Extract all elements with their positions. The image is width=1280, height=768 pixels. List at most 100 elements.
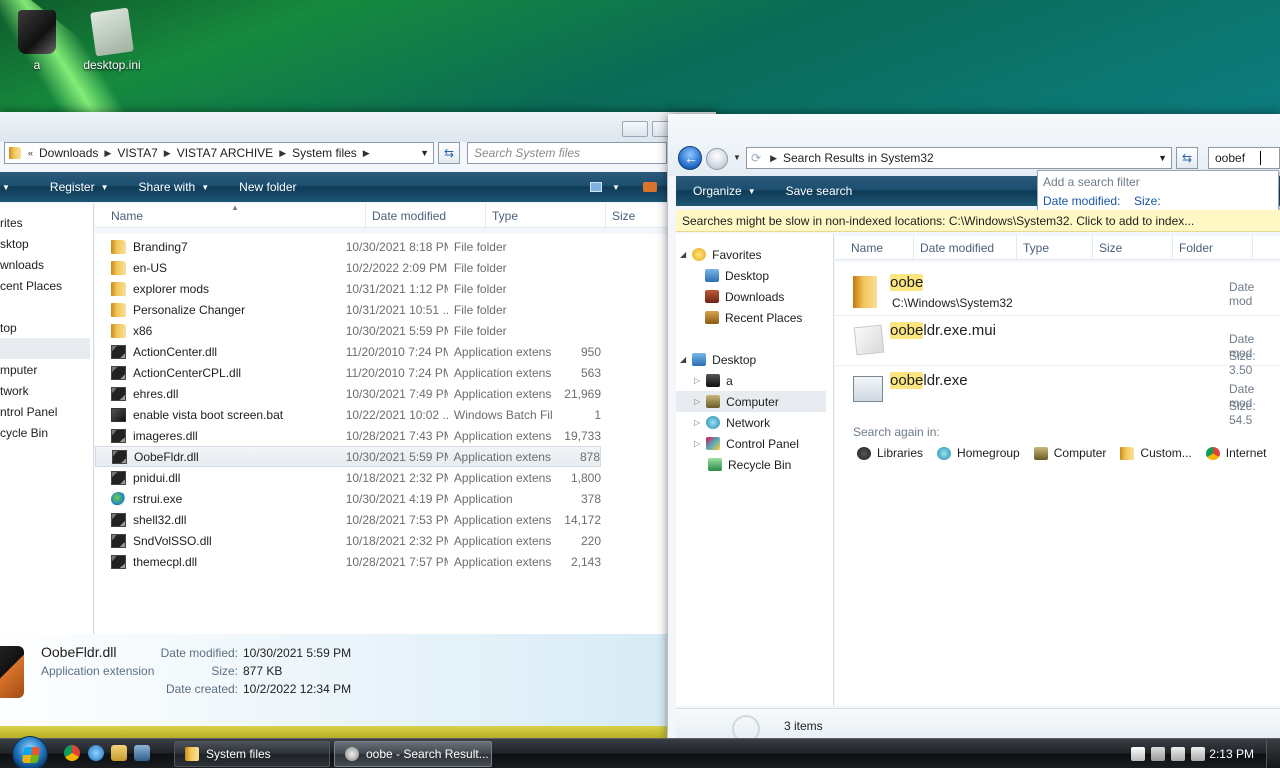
column-size[interactable]: Size <box>606 204 667 228</box>
recent-pages-dropdown-icon[interactable]: ▼ <box>733 153 741 162</box>
explorer-folder-icon[interactable] <box>111 745 127 761</box>
file-row[interactable]: x86 10/30/2021 5:59 PM File folder <box>95 320 601 341</box>
file-row[interactable]: explorer mods 10/31/2021 1:12 PM File fold… <box>95 278 601 299</box>
desktop-icon-a[interactable]: a <box>2 10 72 72</box>
column-date-modified[interactable]: Date modified <box>366 203 486 228</box>
file-row[interactable]: enable vista boot screen.bat 10/22/2021 1… <box>95 404 601 425</box>
column-name[interactable]: Name ▲ <box>95 203 366 228</box>
nav-item-recent-places[interactable]: cent Places <box>0 275 93 296</box>
action-center-icon[interactable] <box>1151 747 1165 761</box>
chrome-icon[interactable] <box>64 745 80 761</box>
search-again-custom[interactable]: Custom... <box>1120 446 1192 460</box>
taskbar-button-search-results[interactable]: oobe - Search Result... <box>334 741 492 767</box>
breadcrumb-arrow-icon[interactable]: ▶ <box>770 153 777 164</box>
column-folder[interactable]: Folder <box>1173 235 1253 260</box>
save-search-button[interactable]: Save search <box>786 184 853 198</box>
share-with-button[interactable]: Share with ▼ <box>139 180 210 194</box>
organize-button[interactable]: Organize ▼ <box>693 184 756 198</box>
search-result-item[interactable]: oobeldr.exe.mui Date mod Size: 3.50 <box>835 318 1280 377</box>
show-desktop-button[interactable] <box>1266 739 1280 768</box>
file-row[interactable]: OobeFldr.dll 10/30/2021 5:59 PM Applicatio… <box>95 446 601 467</box>
breadcrumb-vista7-archive[interactable]: VISTA7 ARCHIVE <box>177 146 273 160</box>
nav-item-network[interactable]: twork <box>0 380 93 401</box>
file-row[interactable]: ActionCenterCPL.dll 11/20/2010 7:24 PM App… <box>95 362 601 383</box>
expand-arrow-icon[interactable]: ◢ <box>680 355 686 364</box>
file-row[interactable]: en-US 10/2/2022 2:09 PM File folder <box>95 257 601 278</box>
views-dropdown-icon[interactable]: ▼ <box>612 183 620 192</box>
column-date-modified[interactable]: Date modified <box>914 235 1017 260</box>
search-result-item[interactable]: oobeldr.exe Date mod Size: 54.5 <box>835 368 1280 427</box>
nav-item-desktop-root[interactable]: top <box>0 317 93 338</box>
search-input[interactable]: oobef <box>1208 147 1280 169</box>
internet-explorer-icon[interactable] <box>88 745 104 761</box>
column-size[interactable]: Size <box>1093 235 1173 260</box>
column-type[interactable]: Type <box>1017 235 1093 260</box>
nav-desktop-network[interactable]: ▷ Network <box>676 412 833 433</box>
minimize-button[interactable] <box>622 121 648 137</box>
preview-pane-icon[interactable] <box>643 182 657 192</box>
search-again-libraries[interactable]: Libraries <box>857 446 923 460</box>
nav-favorites[interactable]: ◢ Favorites <box>676 244 833 265</box>
address-history-dropdown-icon[interactable]: ▼ <box>420 148 429 158</box>
nav-item-downloads[interactable]: wnloads <box>0 254 93 275</box>
title-bar[interactable] <box>0 112 716 142</box>
column-type[interactable]: Type <box>486 203 606 228</box>
refresh-button[interactable]: ⇆ <box>1176 147 1198 169</box>
address-search-results[interactable]: Search Results in System32 <box>783 151 934 165</box>
forward-button[interactable] <box>706 148 728 170</box>
desktop-icon-desktop-ini[interactable]: desktop.ini <box>77 7 147 72</box>
breadcrumb-vista7[interactable]: VISTA7 <box>117 146 157 160</box>
register-button[interactable]: Register ▼ <box>50 180 109 194</box>
file-row[interactable]: ActionCenter.dll 11/20/2010 7:24 PM Applic… <box>95 341 601 362</box>
search-again-internet[interactable]: Internet <box>1205 446 1266 460</box>
start-button[interactable] <box>12 736 48 768</box>
collapse-arrow-icon[interactable]: ▷ <box>694 439 700 448</box>
nav-favorites-desktop[interactable]: Desktop <box>676 265 833 286</box>
collapse-arrow-icon[interactable]: ▷ <box>694 376 700 385</box>
views-icon[interactable] <box>590 182 602 192</box>
show-desktop-icon[interactable] <box>134 745 150 761</box>
back-button[interactable]: ← <box>678 146 702 170</box>
nav-item-computer[interactable]: mputer <box>0 359 93 380</box>
refresh-button[interactable]: ⇆ <box>438 142 460 164</box>
nav-favorites-downloads[interactable]: Downloads <box>676 286 833 307</box>
nav-desktop[interactable]: ◢ Desktop <box>676 349 833 370</box>
file-row[interactable]: Branding7 10/30/2021 8:18 PM File folder <box>95 236 601 257</box>
address-bar[interactable]: « Downloads ▶ VISTA7 ▶ VISTA7 ARCHIVE ▶ … <box>4 142 434 164</box>
network-status-icon[interactable] <box>1171 747 1185 761</box>
search-input[interactable]: Search System files <box>467 142 667 164</box>
search-result-item[interactable]: oobe C:\Windows\System32 Date mod <box>835 266 1280 316</box>
nav-item-user-folder[interactable] <box>0 338 90 359</box>
organize-dropdown-icon[interactable]: ▼ <box>2 183 10 192</box>
nav-desktop-control-panel[interactable]: ▷ Control Panel <box>676 433 833 454</box>
nav-item-control-panel[interactable]: ntrol Panel <box>0 401 93 422</box>
file-row[interactable]: themecpl.dll 10/28/2021 7:57 PM Applicatio… <box>95 551 601 572</box>
breadcrumb-arrow-icon[interactable]: ▶ <box>164 148 171 159</box>
system-clock[interactable]: 2:13 PM <box>1209 747 1254 761</box>
nav-item-recycle-bin[interactable]: cycle Bin <box>0 422 93 443</box>
overflow-chevron-icon[interactable]: « <box>28 148 33 158</box>
file-row[interactable]: Personalize Changer 10/31/2021 10:51 ... F… <box>95 299 601 320</box>
file-row[interactable]: shell32.dll 10/28/2021 7:53 PM Application… <box>95 509 601 530</box>
nav-item-desktop[interactable]: sktop <box>0 233 93 254</box>
filter-size-link[interactable]: Size: <box>1134 194 1161 208</box>
breadcrumb-arrow-icon[interactable]: ▶ <box>363 148 370 159</box>
collapse-arrow-icon[interactable]: ▷ <box>694 418 700 427</box>
breadcrumb-system-files[interactable]: System files <box>292 146 357 160</box>
filter-date-modified-link[interactable]: Date modified: <box>1043 194 1120 208</box>
new-folder-button[interactable]: New folder <box>239 180 296 194</box>
nav-desktop-a[interactable]: ▷ a <box>676 370 833 391</box>
nav-favorites-recent-places[interactable]: Recent Places <box>676 307 833 328</box>
file-row[interactable]: SndVolSSO.dll 10/18/2021 2:32 PM Applicati… <box>95 530 601 551</box>
file-row[interactable]: ehres.dll 10/30/2021 7:49 PM Application e… <box>95 383 601 404</box>
column-name[interactable]: Name <box>835 235 914 260</box>
address-history-dropdown-icon[interactable]: ▼ <box>1158 153 1167 163</box>
taskbar-button-system-files[interactable]: System files <box>174 741 330 767</box>
nav-desktop-computer[interactable]: ▷ Computer <box>676 391 826 412</box>
breadcrumb-arrow-icon[interactable]: ▶ <box>104 148 111 159</box>
volume-muted-icon[interactable] <box>1191 747 1205 761</box>
breadcrumb-downloads[interactable]: Downloads <box>39 146 98 160</box>
search-again-homegroup[interactable]: Homegroup <box>937 446 1020 460</box>
file-row[interactable]: imageres.dll 10/28/2021 7:43 PM Applicatio… <box>95 425 601 446</box>
file-row[interactable]: pnidui.dll 10/18/2021 2:32 PM Application … <box>95 467 601 488</box>
